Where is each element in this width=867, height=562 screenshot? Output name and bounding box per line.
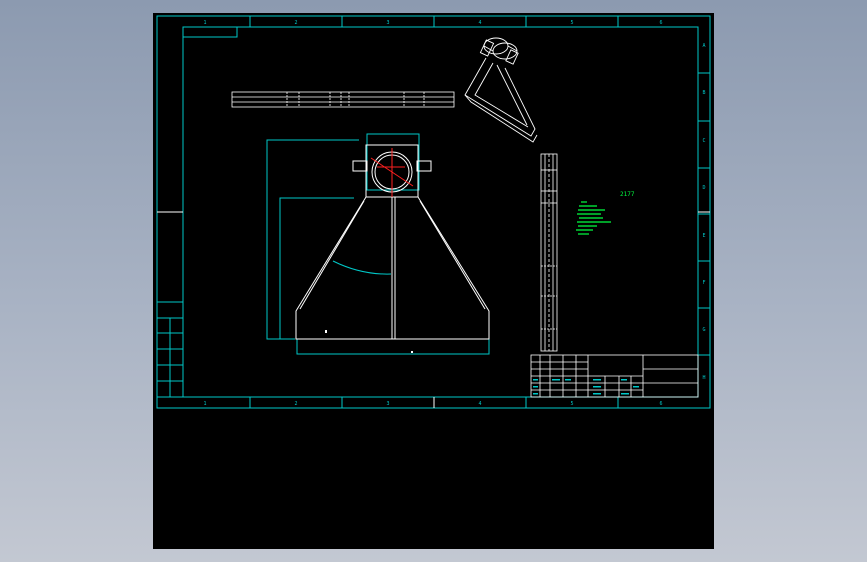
technical-notes: 2177: [576, 191, 635, 235]
side-view: [540, 153, 558, 352]
cad-viewport[interactable]: 1 2 3 4 5 6 1 2 3 4 5 6 A B C D E F G H: [153, 13, 714, 549]
title-block-text-marks: [533, 379, 639, 395]
zone-top-2: 2: [294, 20, 297, 26]
zone-right-e: E: [702, 233, 705, 239]
front-view: [266, 133, 490, 355]
sheet-outer-border: [156, 15, 711, 409]
drawing-frame: [182, 26, 699, 398]
top-zone-dividers: [249, 16, 710, 408]
centering-marks: [157, 211, 710, 408]
zone-right-a: A: [702, 43, 705, 49]
zone-bottom-5: 5: [570, 401, 573, 407]
zone-top-1: 1: [203, 20, 206, 26]
zone-right-g: G: [702, 327, 705, 333]
zone-bottom-4: 4: [478, 401, 481, 407]
stamp-box: [182, 26, 238, 38]
zone-right-f: F: [702, 280, 705, 286]
isometric-view: [464, 37, 538, 143]
zone-bottom-3: 3: [386, 401, 389, 407]
revision-strip: [156, 301, 184, 398]
zone-bottom-2: 2: [294, 401, 297, 407]
note-label: 2177: [620, 191, 635, 198]
zone-right-b: B: [702, 90, 705, 96]
top-view-bar: [231, 91, 455, 108]
zone-labels: 1 2 3 4 5 6 1 2 3 4 5 6 A B C D E F G H: [203, 20, 705, 407]
zone-right-c: C: [702, 138, 705, 144]
zone-top-5: 5: [570, 20, 573, 26]
zone-top-6: 6: [659, 20, 662, 26]
zone-top-3: 3: [386, 20, 389, 26]
title-block: [530, 354, 699, 398]
zone-right-h: H: [702, 375, 705, 381]
zone-right-d: D: [702, 185, 705, 191]
zone-bottom-6: 6: [659, 401, 662, 407]
drawing-sheet: 1 2 3 4 5 6 1 2 3 4 5 6 A B C D E F G H: [156, 15, 711, 409]
zone-top-4: 4: [478, 20, 481, 26]
zone-bottom-1: 1: [203, 401, 206, 407]
